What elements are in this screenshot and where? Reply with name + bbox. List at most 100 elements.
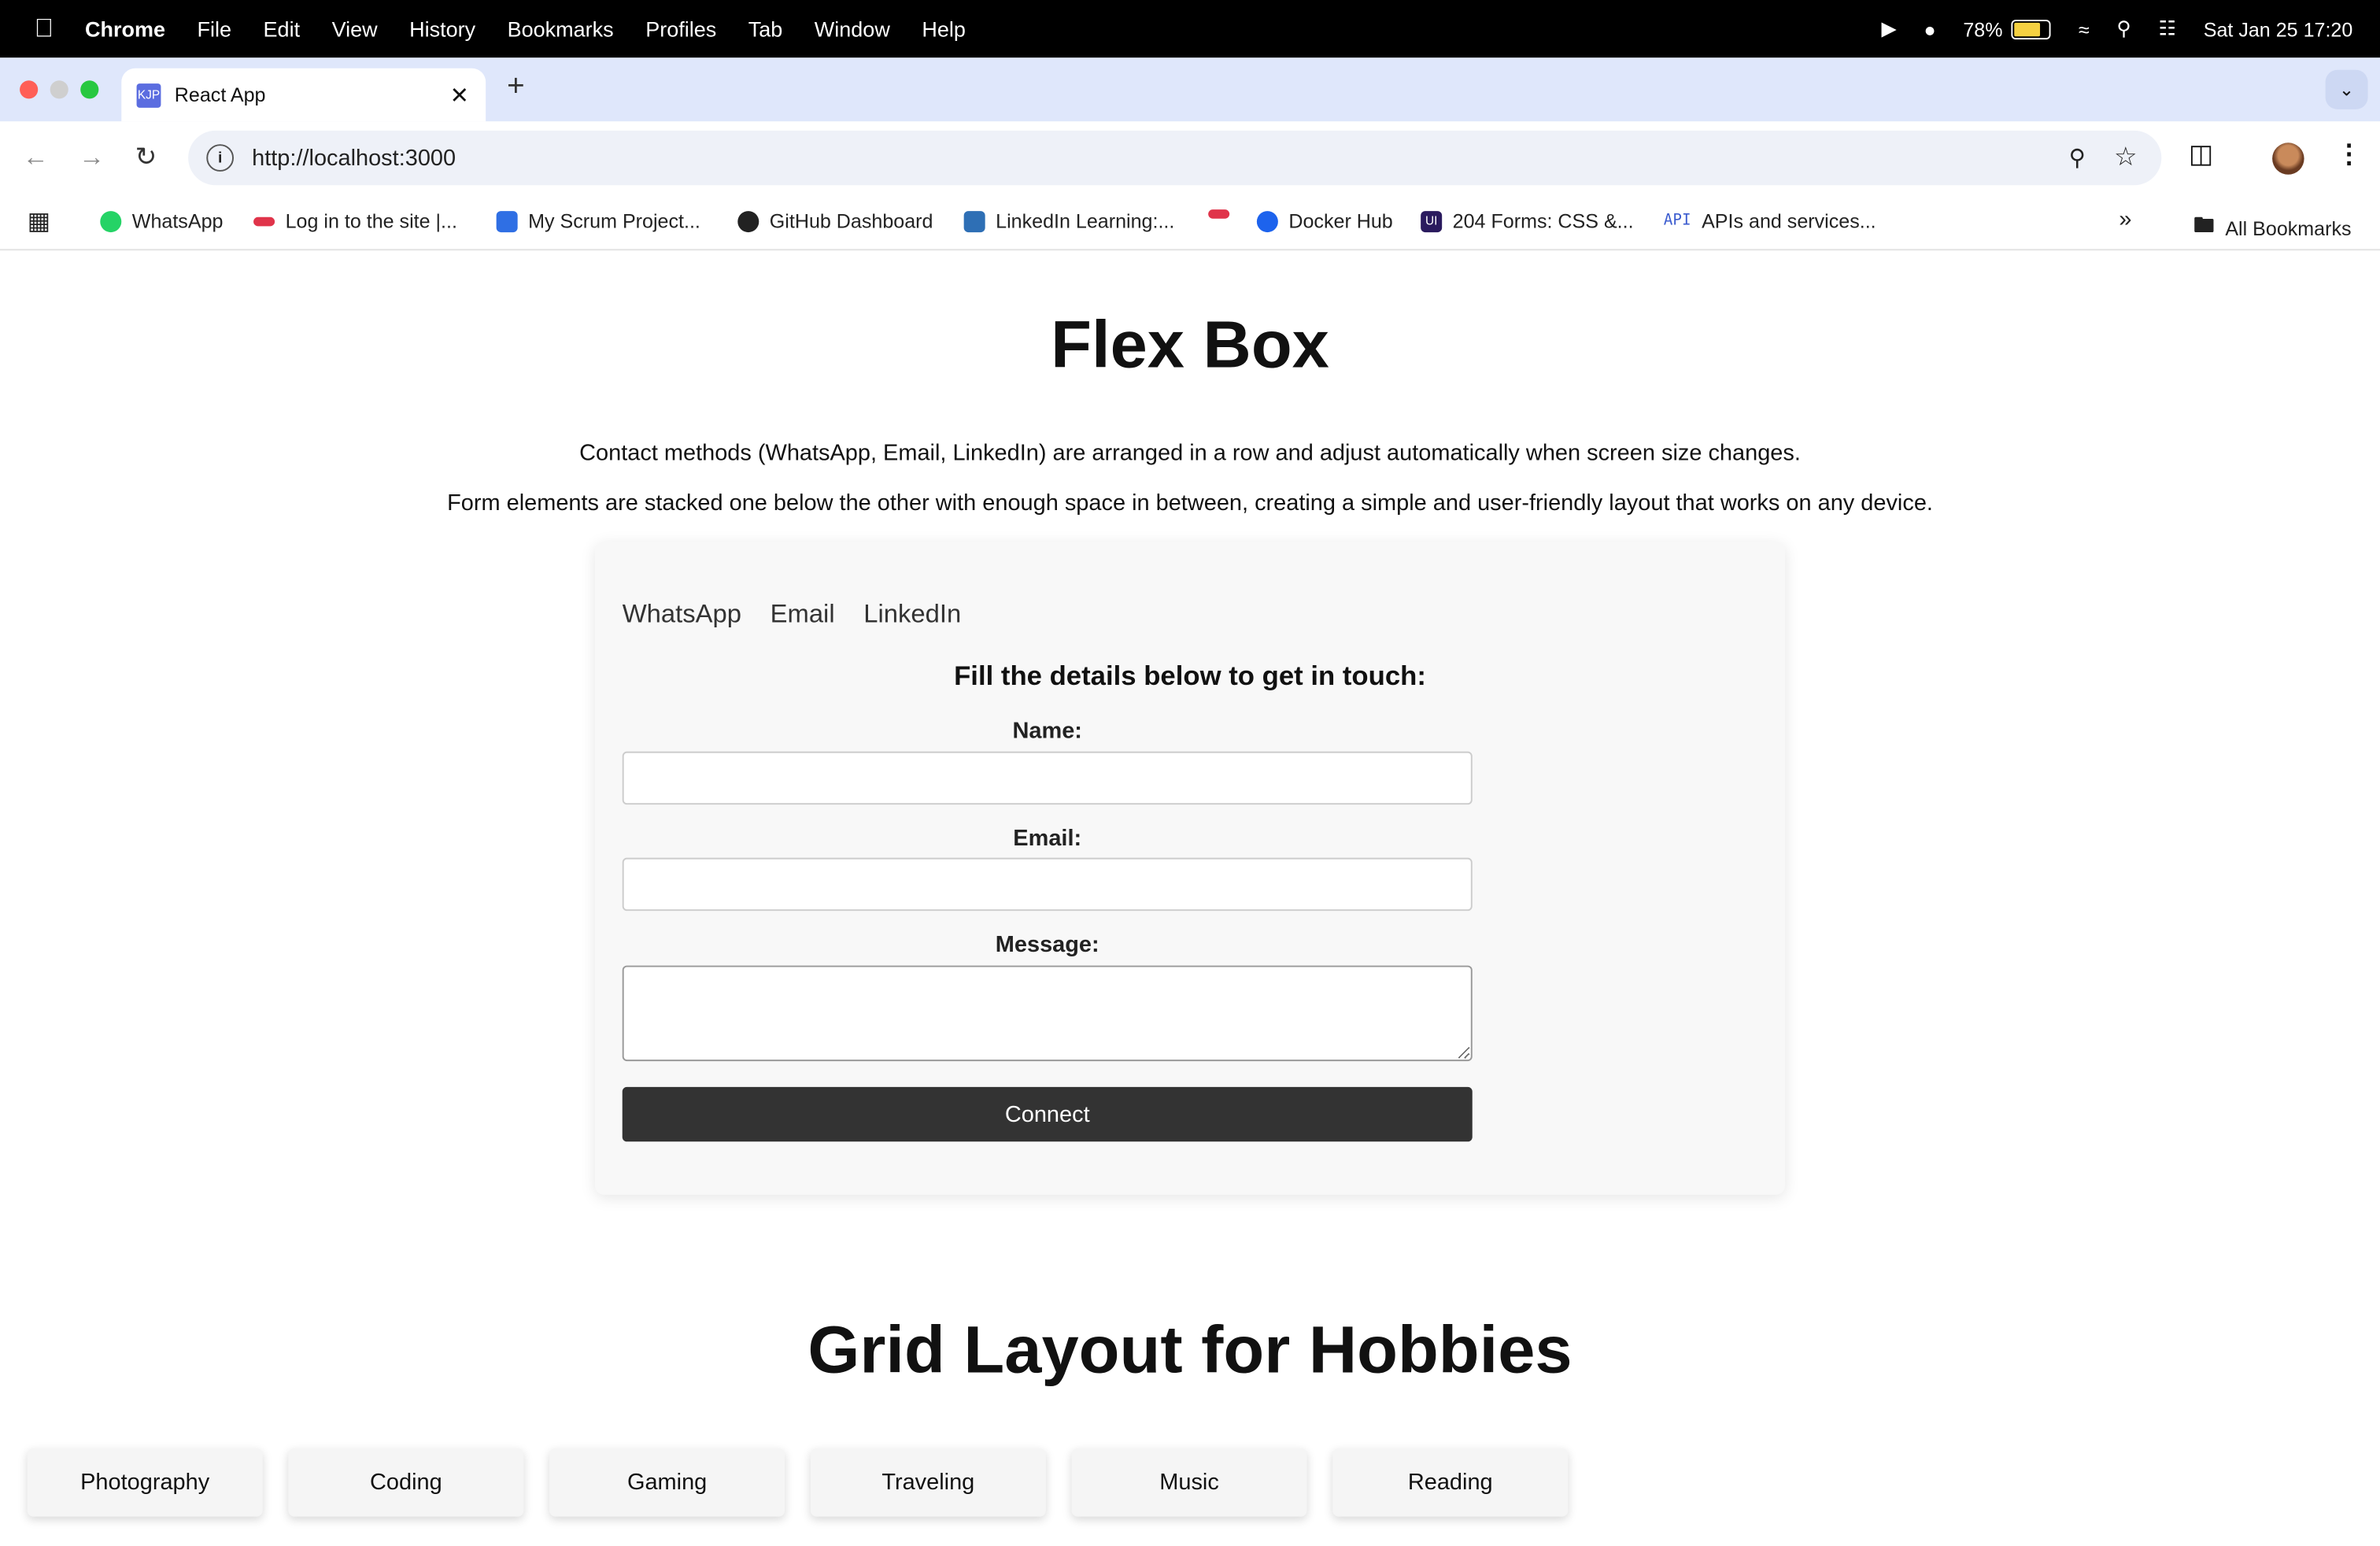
bookmark-whatsapp[interactable]: WhatsApp (100, 209, 223, 232)
contact-linkedin-link[interactable]: LinkedIn (863, 600, 961, 631)
hobby-card: Coding (288, 1448, 524, 1517)
bookmark-label: WhatsApp (131, 209, 224, 233)
close-window-button[interactable] (20, 80, 39, 99)
extensions-puzzle-icon[interactable]: ◫ (2189, 139, 2213, 170)
bookmark-forms-css[interactable]: UI 204 Forms: CSS &... (1421, 209, 1634, 233)
datetime[interactable]: Sat Jan 25 17:20 (2204, 17, 2353, 40)
message-label: Message: (995, 932, 1099, 958)
menu-app-chrome[interactable]: Chrome (85, 17, 165, 41)
hobbies-grid: Photography Coding Gaming Traveling Musi… (27, 1448, 1569, 1517)
flex-box-heading: Flex Box (1051, 308, 1329, 383)
grid-layout-heading: Grid Layout for Hobbies (808, 1313, 1572, 1388)
tab-favicon: KJP (136, 83, 161, 107)
contact-card: WhatsApp Email LinkedIn Fill the details… (595, 542, 1786, 1195)
battery-percent: 78% (1963, 17, 2003, 41)
minimize-window-button[interactable] (50, 80, 68, 99)
macos-menu-bar:  Chrome File Edit View History Bookmark… (0, 0, 2380, 58)
bookmark-login-site[interactable]: Log in to the site |... (253, 209, 457, 232)
message-textarea[interactable] (622, 965, 1473, 1062)
page-content: Flex Box Contact methods (WhatsApp, Emai… (0, 250, 2380, 1545)
bookmark-label: APIs and services... (1702, 209, 1876, 233)
tab-react-app[interactable]: KJP React App ✕ (121, 68, 486, 122)
bookmark-scrum-project[interactable]: My Scrum Project... (496, 209, 700, 233)
battery-status[interactable]: 78% (1963, 17, 2052, 41)
jira-icon (496, 210, 518, 232)
menu-view[interactable]: View (332, 17, 378, 41)
form-heading: Fill the details below to get in touch: (954, 660, 1426, 691)
new-tab-icon[interactable]: + (507, 70, 525, 105)
name-input[interactable] (622, 751, 1473, 805)
status-area: ▶︎ ● 78% ≈ ⚲ ☷ Sat Jan 25 17:20 (1881, 0, 2352, 57)
menu-edit[interactable]: Edit (264, 17, 301, 41)
bookmark-label: My Scrum Project... (528, 209, 700, 233)
reload-icon[interactable]: ↻ (135, 142, 157, 173)
tab-search-chevron-icon[interactable]: ⌄ (2325, 69, 2368, 109)
window-controls (20, 80, 99, 99)
email-label: Email: (1013, 826, 1082, 852)
menu-tab[interactable]: Tab (748, 17, 783, 41)
contact-whatsapp-link[interactable]: WhatsApp (623, 600, 741, 631)
bookmark-linkedin-learning[interactable]: LinkedIn Learning:... (963, 209, 1175, 233)
bookmark-unnamed[interactable] (1208, 209, 1230, 219)
contact-email-link[interactable]: Email (771, 600, 835, 631)
bookmark-label: GitHub Dashboard (769, 209, 933, 233)
docker-icon (1256, 210, 1278, 232)
menu-bookmarks[interactable]: Bookmarks (508, 17, 614, 41)
bookmarks-bar: ▦ WhatsApp Log in to the site |... My Sc… (0, 197, 2380, 251)
forward-arrow-icon[interactable]: → (79, 142, 105, 173)
menu-profiles[interactable]: Profiles (645, 17, 716, 41)
menu-help[interactable]: Help (922, 17, 966, 41)
menu-file[interactable]: File (198, 17, 232, 41)
ui-logo-icon: UI (1421, 210, 1443, 232)
site-info-icon[interactable]: i (206, 144, 235, 172)
connect-button[interactable]: Connect (622, 1086, 1473, 1142)
contact-methods-row: WhatsApp Email LinkedIn (623, 600, 962, 631)
hobby-card: Music (1071, 1448, 1307, 1517)
form-elements-description: Form elements are stacked one below the … (447, 490, 1933, 516)
linkedin-learning-icon (963, 210, 985, 232)
user-icon[interactable]: ● (1924, 17, 1935, 40)
bookmark-label: 204 Forms: CSS &... (1452, 209, 1634, 233)
control-center-icon[interactable]: ☷ (2159, 17, 2176, 41)
hobby-card: Photography (27, 1448, 263, 1517)
name-label: Name: (1012, 718, 1082, 745)
browser-toolbar: ← → ↻ i http://localhost:3000 ⚲ ☆ ◫ ⋮ (0, 121, 2380, 198)
tab-title: React App (174, 83, 266, 107)
bookmark-github-dashboard[interactable]: GitHub Dashboard (737, 209, 933, 232)
menu-window[interactable]: Window (815, 17, 890, 41)
bookmark-docker-hub[interactable]: Docker Hub (1256, 209, 1393, 233)
more-bookmarks-icon[interactable]: » (2119, 206, 2131, 232)
address-bar[interactable]: i http://localhost:3000 ⚲ ☆ (188, 130, 2162, 186)
battery-icon (2012, 19, 2052, 39)
menu-history[interactable]: History (409, 17, 475, 41)
address-url[interactable]: http://localhost:3000 (252, 145, 456, 171)
bookmark-apis-services[interactable]: API APIs and services... (1664, 209, 1876, 232)
all-bookmarks-folder[interactable]: 🖿 All Bookmarks (2193, 209, 2352, 246)
all-bookmarks-label: All Bookmarks (2225, 216, 2352, 239)
contact-methods-description: Contact methods (WhatsApp, Email, Linked… (579, 440, 1801, 467)
bookmark-star-icon[interactable]: ☆ (2114, 142, 2137, 173)
play-icon[interactable]: ▶︎ (1881, 17, 1896, 41)
bookmark-label: Docker Hub (1288, 209, 1393, 233)
kebab-menu-icon[interactable]: ⋮ (2336, 139, 2362, 170)
zoom-window-button[interactable] (80, 80, 99, 99)
apple-menu-icon[interactable]:  (33, 13, 54, 43)
hobby-card: Traveling (810, 1448, 1046, 1517)
bookmark-label: LinkedIn Learning:... (996, 209, 1175, 233)
whatsapp-icon (100, 210, 122, 232)
spotlight-search-icon[interactable]: ⚲ (2116, 17, 2131, 41)
profile-avatar[interactable] (2272, 142, 2304, 175)
back-arrow-icon[interactable]: ← (23, 142, 49, 173)
apps-grid-icon[interactable]: ▦ (28, 206, 50, 237)
hobby-card: Gaming (549, 1448, 785, 1517)
zoom-icon[interactable]: ⚲ (2069, 144, 2086, 172)
folder-icon: 🖿 (2193, 213, 2215, 237)
api-icon: API (1663, 213, 1691, 230)
wifi-icon[interactable]: ≈ (2079, 17, 2090, 40)
close-tab-icon[interactable]: ✕ (450, 81, 469, 109)
tab-strip: KJP React App ✕ + ⌄ (0, 57, 2380, 122)
bookmark-label: Log in to the site |... (285, 209, 457, 233)
email-input[interactable] (622, 857, 1473, 912)
site-logo-icon (253, 216, 275, 226)
github-icon (737, 210, 759, 232)
